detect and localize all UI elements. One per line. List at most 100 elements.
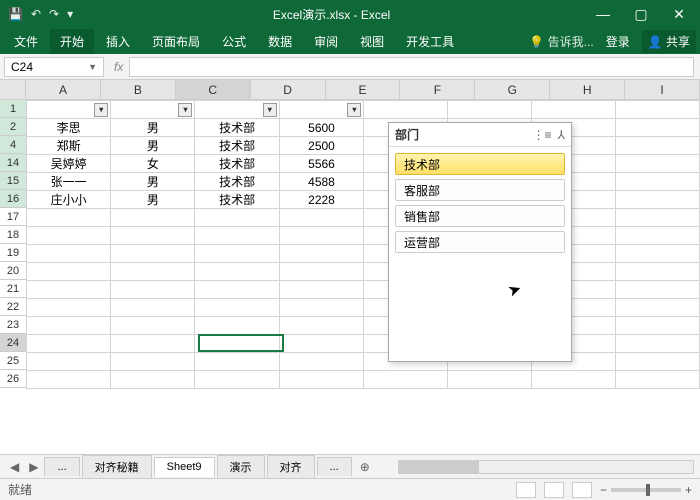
multiselect-icon[interactable]: ⋮≡ (533, 128, 552, 142)
table-cell[interactable]: 4588 (279, 173, 364, 191)
share-button[interactable]: 👤 共享 (642, 30, 696, 53)
tab-layout[interactable]: 页面布局 (142, 29, 210, 54)
table-cell[interactable]: 男 (111, 191, 195, 209)
redo-icon[interactable]: ↷ (49, 7, 59, 21)
filter-dropdown-icon[interactable]: ▾ (178, 103, 192, 117)
table-cell[interactable]: 男 (111, 119, 195, 137)
table-cell[interactable]: 2500 (279, 137, 364, 155)
zoom-slider[interactable] (611, 488, 681, 492)
row-header-21[interactable]: 21 (0, 280, 26, 298)
table-cell[interactable]: 庄小小 (27, 191, 111, 209)
tab-home[interactable]: 开始 (50, 29, 94, 54)
table-header[interactable]: 姓名▾ (27, 101, 111, 119)
tab-developer[interactable]: 开发工具 (396, 29, 464, 54)
row-header-19[interactable]: 19 (0, 244, 26, 262)
row-header-22[interactable]: 22 (0, 298, 26, 316)
table-cell[interactable]: 5566 (279, 155, 364, 173)
table-cell[interactable]: 李思 (27, 119, 111, 137)
row-header-14[interactable]: 14 (0, 154, 26, 172)
row-header-4[interactable]: 4 (0, 136, 26, 154)
table-cell[interactable]: 张一一 (27, 173, 111, 191)
qat-dropdown-icon[interactable]: ▾ (67, 7, 73, 21)
row-header-24[interactable]: 24 (0, 334, 26, 352)
close-button[interactable]: ✕ (662, 6, 696, 23)
minimize-button[interactable]: — (586, 6, 620, 23)
table-header[interactable]: 业绩▾ (279, 101, 364, 119)
row-header-26[interactable]: 26 (0, 370, 26, 388)
table-cell[interactable]: 技术部 (195, 173, 279, 191)
save-icon[interactable]: 💾 (8, 7, 23, 21)
sheet-tab-sheet9[interactable]: Sheet9 (154, 457, 215, 477)
filter-dropdown-icon[interactable]: ▾ (263, 103, 277, 117)
tab-file[interactable]: 文件 (4, 29, 48, 54)
table-header[interactable]: 性别▾ (111, 101, 195, 119)
row-header-1[interactable]: 1 (0, 100, 26, 118)
zoom-out-button[interactable]: − (600, 483, 607, 497)
filter-dropdown-icon[interactable]: ▾ (347, 103, 361, 117)
table-cell[interactable]: 技术部 (195, 155, 279, 173)
slicer-header[interactable]: 部门 ⋮≡ ⅄ (389, 123, 571, 147)
row-header-2[interactable]: 2 (0, 118, 26, 136)
clear-filter-icon[interactable]: ⅄ (558, 128, 565, 142)
sheet-tab-align-tips[interactable]: 对齐秘籍 (82, 455, 152, 478)
col-header-B[interactable]: B (101, 80, 176, 99)
row-header-16[interactable]: 16 (0, 190, 26, 208)
view-pagebreak-button[interactable] (572, 482, 592, 498)
tell-me[interactable]: 💡 告诉我... (529, 33, 593, 50)
horizontal-scrollbar[interactable] (398, 460, 694, 474)
tab-view[interactable]: 视图 (350, 29, 394, 54)
table-cell[interactable]: 女 (111, 155, 195, 173)
row-header-17[interactable]: 17 (0, 208, 26, 226)
table-cell[interactable]: 5600 (279, 119, 364, 137)
table-cell[interactable]: 男 (111, 173, 195, 191)
name-box[interactable]: C24▼ (4, 57, 104, 77)
view-normal-button[interactable] (516, 482, 536, 498)
maximize-button[interactable]: ▢ (624, 6, 658, 23)
col-header-A[interactable]: A (26, 80, 101, 99)
table-cell[interactable]: 技术部 (195, 137, 279, 155)
row-header-20[interactable]: 20 (0, 262, 26, 280)
table-cell[interactable]: 郑斯 (27, 137, 111, 155)
slicer-panel[interactable]: 部门 ⋮≡ ⅄ 技术部客服部销售部运营部 (388, 122, 572, 362)
slicer-item[interactable]: 客服部 (395, 179, 565, 201)
slicer-item[interactable]: 销售部 (395, 205, 565, 227)
sheet-tab-more-right[interactable]: ... (317, 457, 352, 476)
row-header-23[interactable]: 23 (0, 316, 26, 334)
col-header-G[interactable]: G (475, 80, 550, 99)
col-header-E[interactable]: E (326, 80, 401, 99)
filter-dropdown-icon[interactable]: ▾ (94, 103, 108, 117)
table-cell[interactable]: 2228 (279, 191, 364, 209)
table-cell[interactable]: 技术部 (195, 119, 279, 137)
table-cell[interactable]: 男 (111, 137, 195, 155)
col-header-D[interactable]: D (251, 80, 326, 99)
tab-nav-next[interactable]: ▶ (25, 460, 42, 474)
slicer-item[interactable]: 运营部 (395, 231, 565, 253)
col-header-I[interactable]: I (625, 80, 700, 99)
col-header-C[interactable]: C (176, 80, 251, 99)
fx-icon[interactable]: fx (108, 60, 129, 74)
add-sheet-button[interactable]: ⊕ (354, 460, 376, 474)
col-header-H[interactable]: H (550, 80, 625, 99)
select-all-corner[interactable] (0, 80, 26, 100)
table-cell[interactable]: 吴婷婷 (27, 155, 111, 173)
sheet-tab-more-left[interactable]: ... (44, 457, 79, 476)
slicer-item[interactable]: 技术部 (395, 153, 565, 175)
login-button[interactable]: 登录 (596, 29, 640, 54)
tab-review[interactable]: 审阅 (304, 29, 348, 54)
tab-insert[interactable]: 插入 (96, 29, 140, 54)
sheet-tab-demo[interactable]: 演示 (217, 455, 265, 478)
formula-input[interactable] (129, 57, 694, 77)
tab-nav-prev[interactable]: ◀ (6, 460, 23, 474)
tab-formulas[interactable]: 公式 (212, 29, 256, 54)
col-header-F[interactable]: F (400, 80, 475, 99)
cells-area[interactable]: 姓名▾性别▾部门▾业绩▾李思男技术部5600郑斯男技术部2500吴婷婷女技术部5… (26, 100, 700, 454)
scrollbar-thumb[interactable] (399, 461, 479, 473)
zoom-in-button[interactable]: + (685, 483, 692, 497)
spreadsheet-grid[interactable]: ABCDEFGHI 12414151617181920212223242526 … (0, 80, 700, 454)
row-header-25[interactable]: 25 (0, 352, 26, 370)
sheet-tab-align[interactable]: 对齐 (267, 455, 315, 478)
row-header-18[interactable]: 18 (0, 226, 26, 244)
table-cell[interactable]: 技术部 (195, 191, 279, 209)
zoom-control[interactable]: − + (600, 483, 692, 497)
chevron-down-icon[interactable]: ▼ (88, 62, 97, 72)
